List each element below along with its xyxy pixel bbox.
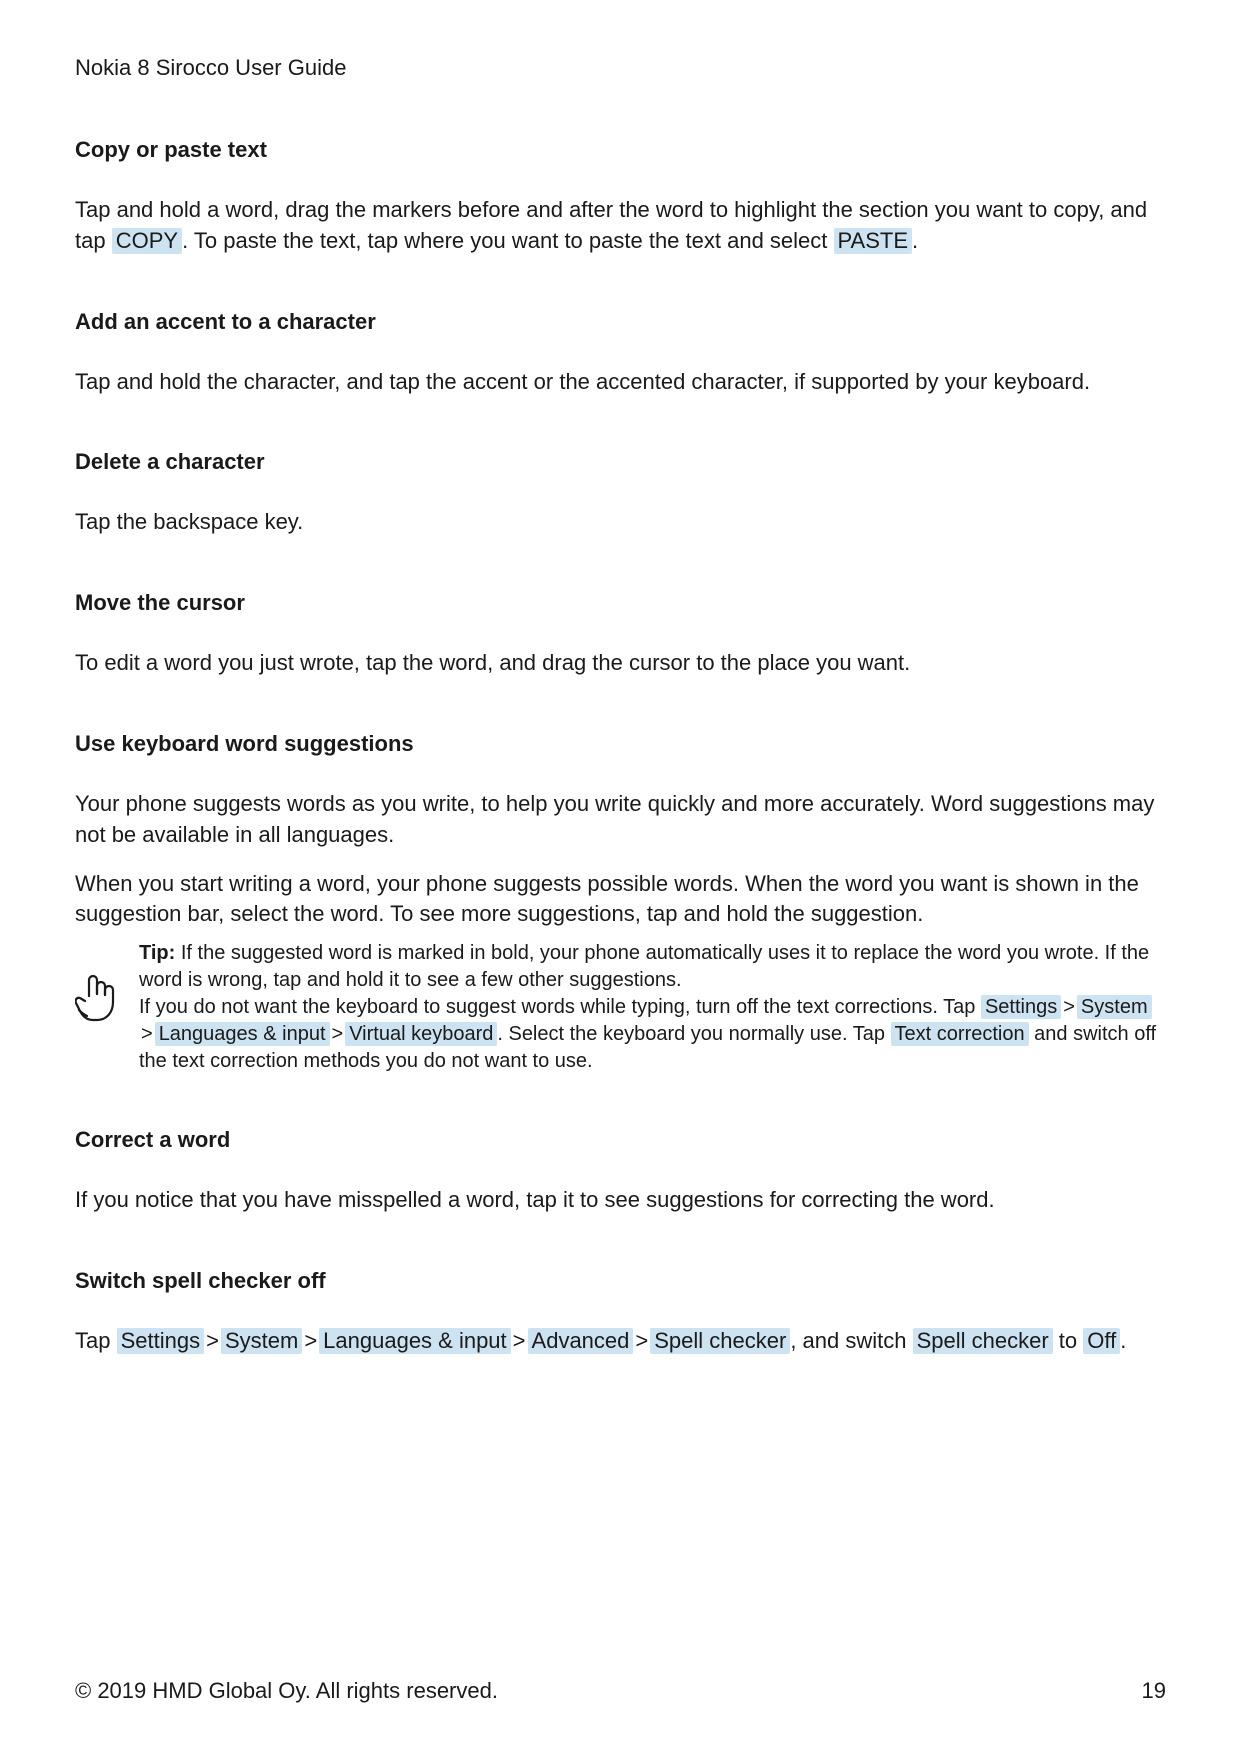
text-fragment: . To paste the text, tap where you want … xyxy=(182,228,833,253)
heading-accent: Add an accent to a character xyxy=(75,309,1166,335)
heading-cursor: Move the cursor xyxy=(75,590,1166,616)
ui-label-advanced: Advanced xyxy=(528,1328,634,1354)
body-accent: Tap and hold the character, and tap the … xyxy=(75,367,1166,398)
text-paragraph: Your phone suggests words as you write, … xyxy=(75,789,1166,851)
page-footer: © 2019 HMD Global Oy. All rights reserve… xyxy=(75,1678,1166,1704)
breadcrumb-separator: > xyxy=(304,1328,317,1353)
ui-label-lang-input: Languages & input xyxy=(319,1328,511,1354)
ui-label-settings: Settings xyxy=(117,1328,205,1354)
section-accent: Add an accent to a character Tap and hol… xyxy=(75,309,1166,398)
breadcrumb-separator: > xyxy=(635,1328,648,1353)
body-copy-paste: Tap and hold a word, drag the markers be… xyxy=(75,195,1166,257)
heading-correct: Correct a word xyxy=(75,1127,1166,1153)
page-header-title: Nokia 8 Sirocco User Guide xyxy=(75,55,1166,81)
text-fragment: , and switch xyxy=(790,1328,912,1353)
body-correct: If you notice that you have misspelled a… xyxy=(75,1185,1166,1216)
section-spellcheck: Switch spell checker off Tap Settings>Sy… xyxy=(75,1268,1166,1357)
breadcrumb-separator: > xyxy=(206,1328,219,1353)
footer-copyright: © 2019 HMD Global Oy. All rights reserve… xyxy=(75,1678,498,1704)
ui-label-system: System xyxy=(221,1328,302,1354)
text-fragment: . Select the keyboard you normally use. … xyxy=(497,1023,890,1045)
breadcrumb-separator: > xyxy=(141,1023,153,1045)
heading-delete: Delete a character xyxy=(75,449,1166,475)
text-fragment: Tap xyxy=(75,1328,117,1353)
text-paragraph: Tap and hold the character, and tap the … xyxy=(75,367,1166,398)
section-cursor: Move the cursor To edit a word you just … xyxy=(75,590,1166,679)
text-fragment: If the suggested word is marked in bold,… xyxy=(139,942,1149,991)
ui-label-spell-checker: Spell checker xyxy=(650,1328,790,1354)
section-correct: Correct a word If you notice that you ha… xyxy=(75,1127,1166,1216)
body-delete: Tap the backspace key. xyxy=(75,507,1166,538)
ui-label-lang-input: Languages & input xyxy=(155,1022,330,1046)
ui-label-off: Off xyxy=(1083,1328,1120,1354)
text-fragment: to xyxy=(1053,1328,1084,1353)
breadcrumb-separator: > xyxy=(513,1328,526,1353)
tip-hand-icon xyxy=(75,970,119,1026)
ui-label-settings: Settings xyxy=(981,995,1061,1019)
tip-label: Tip: xyxy=(139,942,175,964)
heading-spellcheck: Switch spell checker off xyxy=(75,1268,1166,1294)
text-paragraph: Tap the backspace key. xyxy=(75,507,1166,538)
section-copy-paste: Copy or paste text Tap and hold a word, … xyxy=(75,137,1166,257)
breadcrumb-separator: > xyxy=(332,1023,344,1045)
body-spellcheck: Tap Settings>System>Languages & input>Ad… xyxy=(75,1326,1166,1357)
text-fragment: . xyxy=(1120,1328,1126,1353)
section-suggestions: Use keyboard word suggestions Your phone… xyxy=(75,731,1166,1075)
text-paragraph: If you notice that you have misspelled a… xyxy=(75,1185,1166,1216)
footer-page-number: 19 xyxy=(1142,1678,1166,1704)
text-paragraph: To edit a word you just wrote, tap the w… xyxy=(75,648,1166,679)
breadcrumb-separator: > xyxy=(1063,996,1075,1018)
body-cursor: To edit a word you just wrote, tap the w… xyxy=(75,648,1166,679)
text-paragraph: When you start writing a word, your phon… xyxy=(75,869,1166,931)
body-suggestions: Your phone suggests words as you write, … xyxy=(75,789,1166,930)
ui-label-paste: PASTE xyxy=(834,228,913,254)
ui-label-system: System xyxy=(1077,995,1152,1019)
ui-label-copy: COPY xyxy=(112,228,182,254)
heading-copy-paste: Copy or paste text xyxy=(75,137,1166,163)
ui-label-spell-checker: Spell checker xyxy=(913,1328,1053,1354)
section-delete: Delete a character Tap the backspace key… xyxy=(75,449,1166,538)
heading-suggestions: Use keyboard word suggestions xyxy=(75,731,1166,757)
ui-label-text-correction: Text correction xyxy=(891,1022,1029,1046)
text-fragment: . xyxy=(912,228,918,253)
text-fragment: If you do not want the keyboard to sugge… xyxy=(139,996,981,1018)
tip-block: Tip: If the suggested word is marked in … xyxy=(75,940,1166,1075)
ui-label-virtual-keyboard: Virtual keyboard xyxy=(345,1022,497,1046)
tip-text: Tip: If the suggested word is marked in … xyxy=(139,940,1166,1075)
